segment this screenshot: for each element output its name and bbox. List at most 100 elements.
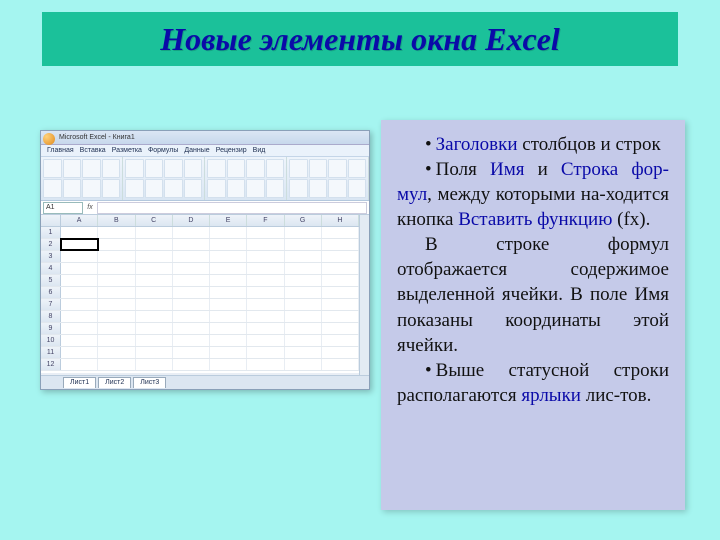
sheet-tab: Лист1 — [63, 377, 96, 388]
cell — [136, 311, 173, 322]
grid-row: 1 — [41, 227, 359, 239]
cell — [98, 299, 135, 310]
ribbon-tab: Данные — [184, 147, 209, 154]
cell — [136, 287, 173, 298]
cell — [173, 323, 210, 334]
cell — [322, 227, 359, 238]
cell — [173, 275, 210, 286]
grid-row: 9 — [41, 323, 359, 335]
content-area: Microsoft Excel - Книга1 Главная Вставка… — [35, 120, 685, 510]
cell — [98, 275, 135, 286]
cell — [61, 359, 98, 370]
cell — [210, 299, 247, 310]
col-header: F — [247, 215, 284, 226]
cell — [61, 275, 98, 286]
vertical-scrollbar — [359, 215, 369, 375]
cell — [98, 239, 135, 250]
cell — [285, 287, 322, 298]
cell — [247, 335, 284, 346]
grid-row: 11 — [41, 347, 359, 359]
grid-row: 3 — [41, 251, 359, 263]
grid-rows: 123456789101112 — [41, 227, 359, 373]
grid-row: 7 — [41, 299, 359, 311]
excel-titlebar: Microsoft Excel - Книга1 — [41, 131, 369, 145]
cell — [322, 299, 359, 310]
ribbon-tab: Разметка — [112, 147, 142, 154]
grid-row: 12 — [41, 359, 359, 371]
cell — [210, 347, 247, 358]
excel-ribbon-tabs: Главная Вставка Разметка Формулы Данные … — [41, 145, 369, 157]
cell — [210, 251, 247, 262]
paragraph-3: В строке формул отображается содержимое … — [397, 232, 669, 357]
cell — [285, 359, 322, 370]
col-header: E — [210, 215, 247, 226]
excel-app-title: Microsoft Excel - Книга1 — [59, 134, 135, 141]
cell — [247, 275, 284, 286]
cell — [247, 287, 284, 298]
cell — [285, 335, 322, 346]
cell — [210, 227, 247, 238]
cell — [98, 287, 135, 298]
cell — [136, 347, 173, 358]
slide-title: Новые элементы окна Excel — [160, 21, 560, 58]
col-header: A — [61, 215, 98, 226]
cell — [285, 275, 322, 286]
cell — [210, 323, 247, 334]
cell — [285, 311, 322, 322]
cell — [247, 239, 284, 250]
cell — [98, 251, 135, 262]
text: и — [524, 159, 560, 180]
cell — [210, 335, 247, 346]
cell — [210, 275, 247, 286]
cell — [61, 251, 98, 262]
cell — [98, 227, 135, 238]
row-header: 2 — [41, 239, 61, 250]
bullet-1: Заголовки столбцов и строк — [397, 132, 669, 157]
cell — [247, 251, 284, 262]
cell — [247, 323, 284, 334]
col-header: G — [285, 215, 322, 226]
col-header: D — [173, 215, 210, 226]
cell — [285, 239, 322, 250]
sheet-tabs-bar: Лист1 Лист2 Лист3 — [41, 375, 369, 389]
bullet-2: Поля Имя и Строка фор-мул, между которым… — [397, 157, 669, 232]
cell — [210, 311, 247, 322]
cell — [247, 359, 284, 370]
sheet-tab: Лист2 — [98, 377, 131, 388]
highlight: Заголовки — [436, 134, 518, 155]
left-column: Microsoft Excel - Книга1 Главная Вставка… — [35, 120, 375, 510]
text-panel: Заголовки столбцов и строк Поля Имя и Ст… — [381, 120, 685, 510]
cell — [98, 263, 135, 274]
excel-grid: A B C D E F G H 123456789101112 — [41, 215, 359, 373]
cell — [210, 359, 247, 370]
ribbon-tab: Вид — [253, 147, 266, 154]
grid-row: 5 — [41, 275, 359, 287]
column-headers: A B C D E F G H — [41, 215, 359, 227]
row-header: 7 — [41, 299, 61, 310]
cell — [98, 335, 135, 346]
cell — [173, 251, 210, 262]
bullet-4: Выше статусной строки располагаются ярлы… — [397, 358, 669, 408]
cell — [210, 239, 247, 250]
cell — [285, 299, 322, 310]
ribbon-tab: Формулы — [148, 147, 178, 154]
cell — [322, 287, 359, 298]
excel-screenshot: Microsoft Excel - Книга1 Главная Вставка… — [40, 130, 370, 390]
row-header: 1 — [41, 227, 61, 238]
cell — [136, 299, 173, 310]
text: (fx). — [612, 209, 650, 230]
row-header: 3 — [41, 251, 61, 262]
cell — [61, 299, 98, 310]
cell — [61, 335, 98, 346]
cell — [136, 359, 173, 370]
cell — [322, 239, 359, 250]
cell — [61, 323, 98, 334]
cell — [173, 335, 210, 346]
cell — [322, 251, 359, 262]
text: лис-тов. — [581, 385, 651, 406]
row-header: 11 — [41, 347, 61, 358]
corner-cell — [41, 215, 61, 226]
cell — [322, 311, 359, 322]
cell — [285, 323, 322, 334]
cell — [98, 311, 135, 322]
